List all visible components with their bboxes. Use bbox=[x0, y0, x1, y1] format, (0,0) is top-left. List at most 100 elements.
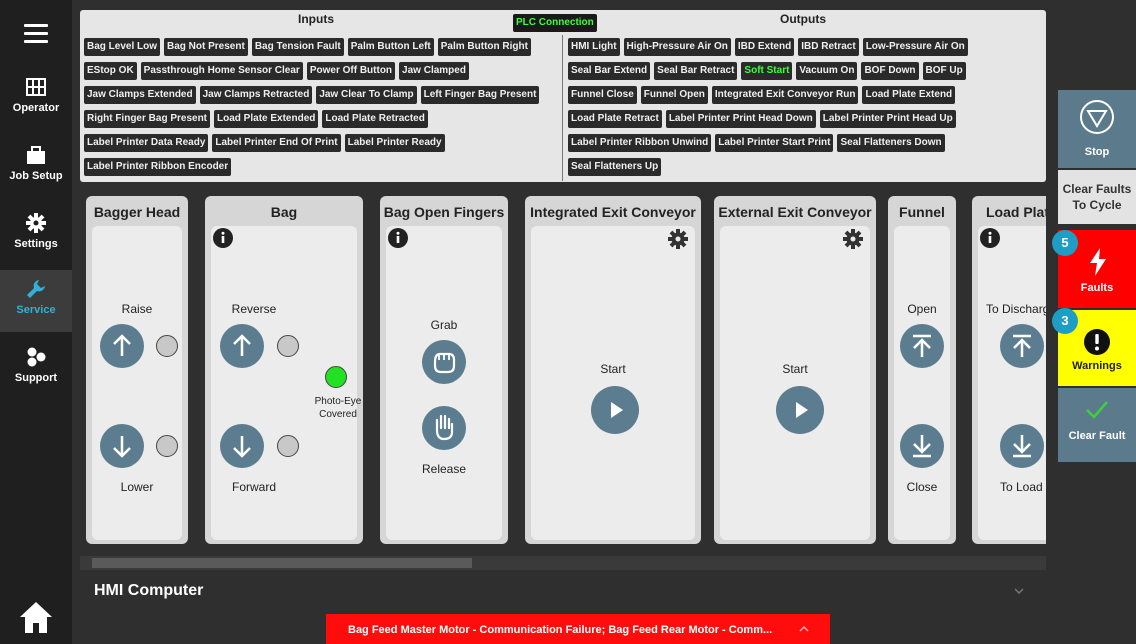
hand-open-icon bbox=[435, 414, 454, 441]
faults-count-badge: 5 bbox=[1052, 230, 1078, 256]
close-label: Close bbox=[906, 480, 938, 494]
card-body: Grab Release bbox=[386, 226, 502, 540]
hamburger-menu-icon[interactable] bbox=[24, 24, 48, 43]
output-tag: Seal Bar Extend bbox=[568, 62, 651, 80]
sidebar-item-label: Settings bbox=[14, 238, 58, 250]
app-root: Operator Job Setup Settings Service Supp… bbox=[0, 0, 1136, 644]
grid-icon bbox=[26, 78, 46, 96]
release-button[interactable] bbox=[422, 406, 466, 450]
info-icon[interactable] bbox=[213, 228, 233, 248]
close-button[interactable] bbox=[900, 424, 944, 468]
clear-cycle-label-2: To Cycle bbox=[1072, 198, 1122, 212]
clear-fault-label: Clear Fault bbox=[1068, 430, 1126, 442]
start-label: Start bbox=[600, 362, 626, 376]
inputs-heading: Inputs bbox=[298, 12, 334, 26]
start-button[interactable] bbox=[776, 386, 824, 434]
sidebar-item-settings[interactable]: Settings bbox=[0, 204, 72, 266]
reverse-button[interactable] bbox=[220, 324, 264, 368]
gear-icon[interactable] bbox=[667, 228, 689, 250]
input-tag: Power Off Button bbox=[306, 62, 396, 80]
stop-triangle-icon bbox=[1080, 100, 1114, 134]
card-body: Raise Lower bbox=[92, 226, 182, 540]
input-tag: Bag Level Low bbox=[84, 38, 161, 56]
faults-label: Faults bbox=[1080, 282, 1114, 294]
info-icon[interactable] bbox=[980, 228, 1000, 248]
sidebar-item-support[interactable]: Support bbox=[0, 338, 72, 400]
device-cards-scroller[interactable]: Bagger Head Raise Lower Bag Reverse Phot… bbox=[80, 196, 1046, 544]
hmi-computer-section[interactable]: HMI Computer bbox=[80, 574, 1046, 614]
input-tag: Label Printer Ribbon Encoder bbox=[84, 158, 232, 176]
hmi-computer-title: HMI Computer bbox=[94, 582, 204, 599]
card-title: Funnel bbox=[899, 204, 945, 220]
input-tag: Palm Button Right bbox=[437, 38, 531, 56]
clear-faults-to-cycle-button[interactable]: Clear Faults To Cycle bbox=[1058, 170, 1136, 224]
chevron-up-icon[interactable] bbox=[798, 624, 810, 634]
card-title: Bag bbox=[270, 204, 298, 220]
arrow-up-icon bbox=[233, 334, 251, 356]
plc-connection-badge: PLC Connection bbox=[513, 14, 597, 32]
clear-cycle-label-1: Clear Faults bbox=[1062, 182, 1132, 196]
card-title: Load Plate bbox=[986, 204, 1046, 220]
to-discharge-button[interactable] bbox=[1000, 324, 1044, 368]
to-load-label: To Load bbox=[1000, 480, 1043, 494]
output-tag: Load Plate Extend bbox=[862, 86, 956, 104]
output-tag: Integrated Exit Conveyor Run bbox=[711, 86, 859, 104]
gear-icon[interactable] bbox=[842, 228, 864, 250]
input-tag: Load Plate Retracted bbox=[322, 110, 428, 128]
input-tag: Label Printer Data Ready bbox=[84, 134, 209, 152]
card-funnel: Funnel Open Close bbox=[888, 196, 956, 544]
sidebar-item-label: Support bbox=[14, 372, 58, 384]
output-tag: Seal Bar Retract bbox=[654, 62, 738, 80]
chevron-down-icon[interactable] bbox=[1012, 584, 1026, 598]
start-button[interactable] bbox=[591, 386, 639, 434]
input-tag: Left Finger Bag Present bbox=[420, 86, 540, 104]
card-bag: Bag Reverse Photo-Eye Covered Forward bbox=[205, 196, 363, 544]
card-integrated-exit-conveyor: Integrated Exit Conveyor Start bbox=[525, 196, 701, 544]
raise-button[interactable] bbox=[100, 324, 144, 368]
output-tag: Label Printer Print Head Down bbox=[665, 110, 816, 128]
card-title: External Exit Conveyor bbox=[718, 204, 872, 220]
card-body: Open Close bbox=[894, 226, 950, 540]
stop-button[interactable]: Stop bbox=[1058, 90, 1136, 168]
home-icon[interactable] bbox=[18, 600, 54, 634]
output-tag: Soft Start bbox=[741, 62, 793, 80]
input-tag: EStop OK bbox=[84, 62, 137, 80]
stop-label: Stop bbox=[1084, 146, 1110, 158]
forward-indicator bbox=[277, 435, 299, 457]
horizontal-scrollbar[interactable] bbox=[80, 556, 1046, 570]
input-tag: Jaw Clamps Extended bbox=[84, 86, 196, 104]
sidebar-item-service[interactable]: Service bbox=[0, 270, 72, 332]
arrow-up-to-line-icon bbox=[913, 334, 931, 357]
input-tag: Bag Tension Fault bbox=[251, 38, 344, 56]
scrollbar-thumb[interactable] bbox=[92, 558, 472, 568]
outputs-list: HMI Light High-Pressure Air On IBD Extend I… bbox=[568, 38, 1038, 182]
input-tag: Passthrough Home Sensor Clear bbox=[140, 62, 303, 80]
output-tag: BOF Up bbox=[922, 62, 966, 80]
output-tag: Low-Pressure Air On bbox=[862, 38, 968, 56]
clear-fault-button[interactable]: Clear Fault bbox=[1058, 388, 1136, 462]
io-status-panel: Inputs Outputs PLC Connection Bag Level … bbox=[80, 10, 1046, 182]
lower-indicator bbox=[156, 435, 178, 457]
arrow-up-to-line-icon bbox=[1013, 334, 1031, 357]
card-bagger-head: Bagger Head Raise Lower bbox=[86, 196, 188, 544]
to-load-button[interactable] bbox=[1000, 424, 1044, 468]
reverse-label: Reverse bbox=[231, 302, 277, 316]
to-discharge-label: To Discharge bbox=[986, 302, 1046, 316]
grab-button[interactable] bbox=[422, 340, 466, 384]
info-icon[interactable] bbox=[388, 228, 408, 248]
open-button[interactable] bbox=[900, 324, 944, 368]
fault-alert-bar[interactable]: Bag Feed Master Motor - Communication Fa… bbox=[326, 614, 830, 644]
lower-button[interactable] bbox=[100, 424, 144, 468]
forward-button[interactable] bbox=[220, 424, 264, 468]
sidebar-item-label: Job Setup bbox=[9, 170, 63, 182]
output-tag: Load Plate Retract bbox=[568, 110, 662, 128]
input-tag: Label Printer End Of Print bbox=[212, 134, 341, 152]
lower-label: Lower bbox=[120, 480, 154, 494]
card-title: Bag Open Fingers bbox=[383, 204, 505, 220]
sidebar-item-job-setup[interactable]: Job Setup bbox=[0, 136, 72, 198]
output-tag: Label Printer Print Head Up bbox=[819, 110, 956, 128]
play-icon bbox=[796, 402, 808, 418]
arrow-up-icon bbox=[113, 334, 131, 356]
sidebar-item-operator[interactable]: Operator bbox=[0, 68, 72, 130]
briefcase-icon bbox=[27, 146, 45, 164]
